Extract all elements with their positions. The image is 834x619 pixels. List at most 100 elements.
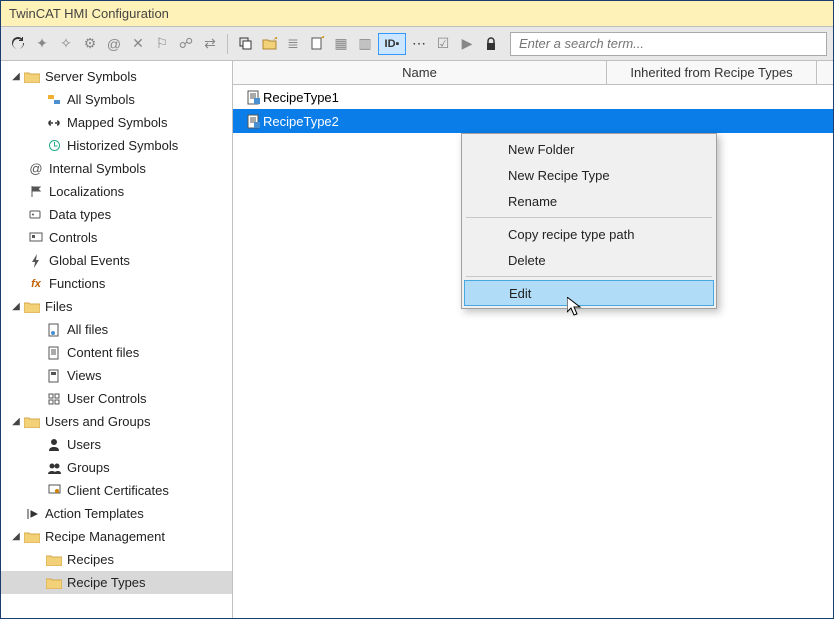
tree-label: Users and Groups	[45, 414, 151, 429]
fx-icon: fx	[27, 278, 45, 290]
column-inherited[interactable]: Inherited from Recipe Types	[607, 61, 817, 84]
list-item[interactable]: RecipeType1	[233, 85, 833, 109]
tree-label: Data types	[49, 207, 111, 222]
chevron-down-icon: ◢	[9, 301, 23, 312]
tool-icon[interactable]: ⚙	[79, 33, 101, 55]
at-icon[interactable]: @	[103, 33, 125, 55]
tree-label: User Controls	[67, 391, 146, 406]
tool-icon[interactable]: ✦	[31, 33, 53, 55]
chevron-down-icon: ◢	[9, 416, 23, 427]
recipe-type-icon	[243, 90, 263, 105]
symbol-icon	[45, 94, 63, 106]
tree-action-templates[interactable]: Action Templates	[1, 502, 232, 525]
tree-controls[interactable]: Controls	[1, 226, 232, 249]
controls-icon	[27, 232, 45, 243]
play-icon[interactable]: ▶	[456, 33, 478, 55]
tree-files[interactable]: ◢ Files	[1, 295, 232, 318]
delete-icon[interactable]: ✕	[127, 33, 149, 55]
tree-label: Recipe Management	[45, 529, 165, 544]
tree-all-symbols[interactable]: All Symbols	[1, 88, 232, 111]
row-label: RecipeType2	[263, 114, 339, 129]
svg-text:✶: ✶	[272, 37, 277, 45]
tool-icon[interactable]: ▦	[330, 33, 352, 55]
folder-icon	[23, 531, 41, 543]
menu-rename[interactable]: Rename	[464, 188, 714, 214]
separator	[466, 276, 712, 277]
tree-label: Views	[67, 368, 101, 383]
tree-label: Client Certificates	[67, 483, 169, 498]
tree-all-files[interactable]: All files	[1, 318, 232, 341]
tree-mapped-symbols[interactable]: Mapped Symbols	[1, 111, 232, 134]
id-button[interactable]: ID▪	[378, 33, 406, 55]
tree-label: Functions	[49, 276, 105, 291]
menu-new-recipe-type[interactable]: New Recipe Type	[464, 162, 714, 188]
tree-label: Recipe Types	[67, 575, 146, 590]
lock-icon[interactable]	[480, 33, 502, 55]
tree-label: Historized Symbols	[67, 138, 178, 153]
tree-label: All files	[67, 322, 108, 337]
menu-delete[interactable]: Delete	[464, 247, 714, 273]
history-icon	[45, 139, 63, 152]
tree-data-types[interactable]: Data types	[1, 203, 232, 226]
search-input[interactable]	[510, 32, 827, 56]
svg-text:✶: ✶	[319, 36, 324, 44]
tool-icon[interactable]: ▥	[354, 33, 376, 55]
folder-icon	[23, 301, 41, 313]
tree-label: Server Symbols	[45, 69, 137, 84]
more-icon[interactable]: ⋯	[408, 33, 430, 55]
checkbox-icon[interactable]: ☑	[432, 33, 454, 55]
tree-recipe-management[interactable]: ◢ Recipe Management	[1, 525, 232, 548]
tree-global-events[interactable]: Global Events	[1, 249, 232, 272]
tree-server-symbols[interactable]: ◢ Server Symbols	[1, 65, 232, 88]
recipe-type-icon	[243, 114, 263, 129]
tree-functions[interactable]: fx Functions	[1, 272, 232, 295]
separator	[227, 34, 228, 54]
tree-content-files[interactable]: Content files	[1, 341, 232, 364]
tree-recipe-types[interactable]: Recipe Types	[1, 571, 232, 594]
tree-label: Action Templates	[45, 506, 144, 521]
tree-label: Files	[45, 299, 72, 314]
new-file-icon[interactable]: ✶	[306, 33, 328, 55]
tree-users[interactable]: Users	[1, 433, 232, 456]
tool-icon[interactable]: ⇄	[199, 33, 221, 55]
tree-recipes[interactable]: Recipes	[1, 548, 232, 571]
folder-icon	[23, 416, 41, 428]
tree-user-controls[interactable]: User Controls	[1, 387, 232, 410]
copy-icon[interactable]	[234, 33, 256, 55]
tool-icon[interactable]: ⚐	[151, 33, 173, 55]
tree-users-groups[interactable]: ◢ Users and Groups	[1, 410, 232, 433]
tree-label: Content files	[67, 345, 139, 360]
tool-icon[interactable]: ☍	[175, 33, 197, 55]
file-icon	[45, 323, 63, 337]
tree-client-certs[interactable]: Client Certificates	[1, 479, 232, 502]
tree-label: Users	[67, 437, 101, 452]
folder-icon	[45, 577, 63, 589]
tree-historized-symbols[interactable]: Historized Symbols	[1, 134, 232, 157]
file-icon	[45, 346, 63, 360]
flag-icon	[27, 185, 45, 198]
new-folder-icon[interactable]: ✶	[258, 33, 280, 55]
link-icon	[45, 118, 63, 128]
menu-edit[interactable]: Edit	[464, 280, 714, 306]
context-menu[interactable]: New Folder New Recipe Type Rename Copy r…	[461, 133, 717, 309]
list-item[interactable]: RecipeType2	[233, 109, 833, 133]
separator	[466, 217, 712, 218]
menu-copy-path[interactable]: Copy recipe type path	[464, 221, 714, 247]
tool-icon[interactable]: ✧	[55, 33, 77, 55]
refresh-button[interactable]	[7, 33, 29, 55]
tree-label: Recipes	[67, 552, 114, 567]
tree-label: Mapped Symbols	[67, 115, 167, 130]
folder-icon	[45, 554, 63, 566]
sidebar-tree[interactable]: ◢ Server Symbols All Symbols Mapped Symb…	[1, 61, 233, 618]
tree-groups[interactable]: Groups	[1, 456, 232, 479]
user-icon	[45, 438, 63, 451]
grid-icon	[45, 393, 63, 405]
column-name[interactable]: Name	[233, 61, 607, 84]
tool-icon[interactable]: ≣	[282, 33, 304, 55]
lightning-icon	[27, 254, 45, 268]
menu-new-folder[interactable]: New Folder	[464, 136, 714, 162]
toolbar: ✦ ✧ ⚙ @ ✕ ⚐ ☍ ⇄ ✶ ≣ ✶ ▦ ▥ ID▪ ⋯ ☑ ▶	[1, 27, 833, 61]
tree-internal-symbols[interactable]: @ Internal Symbols	[1, 157, 232, 180]
tree-views[interactable]: Views	[1, 364, 232, 387]
tree-localizations[interactable]: Localizations	[1, 180, 232, 203]
